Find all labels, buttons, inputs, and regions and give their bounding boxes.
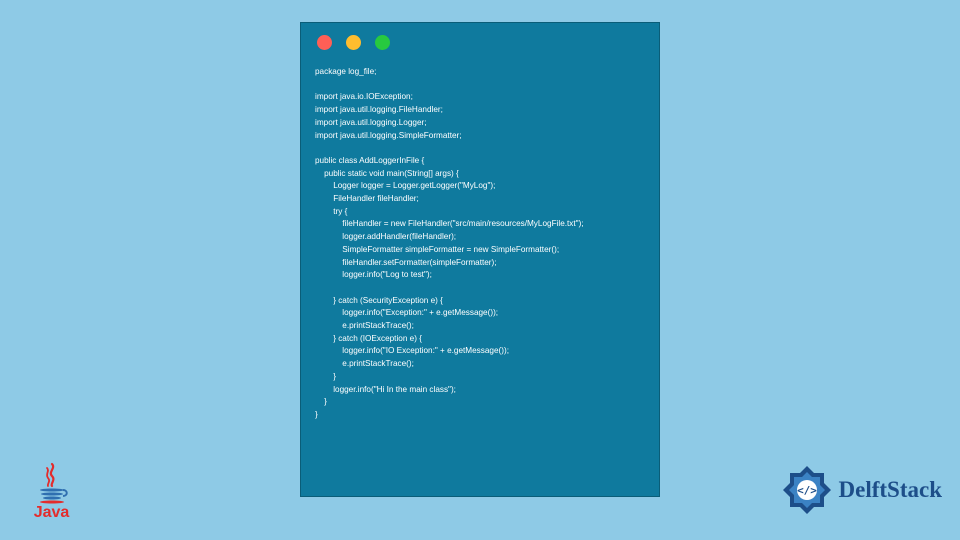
window-controls [301, 23, 659, 58]
svg-text:</>: </> [797, 484, 817, 497]
delftstack-badge-icon: </> [781, 464, 833, 516]
maximize-icon[interactable] [375, 35, 390, 50]
delftstack-logo: </> DelftStack [781, 464, 942, 516]
close-icon[interactable] [317, 35, 332, 50]
code-block: package log_file; import java.io.IOExcep… [301, 58, 659, 436]
java-logo-label: Java [24, 504, 79, 522]
delftstack-logo-label: DelftStack [839, 477, 942, 503]
java-cup-icon [34, 462, 70, 506]
java-logo: Java [24, 462, 79, 522]
minimize-icon[interactable] [346, 35, 361, 50]
code-window: package log_file; import java.io.IOExcep… [300, 22, 660, 497]
